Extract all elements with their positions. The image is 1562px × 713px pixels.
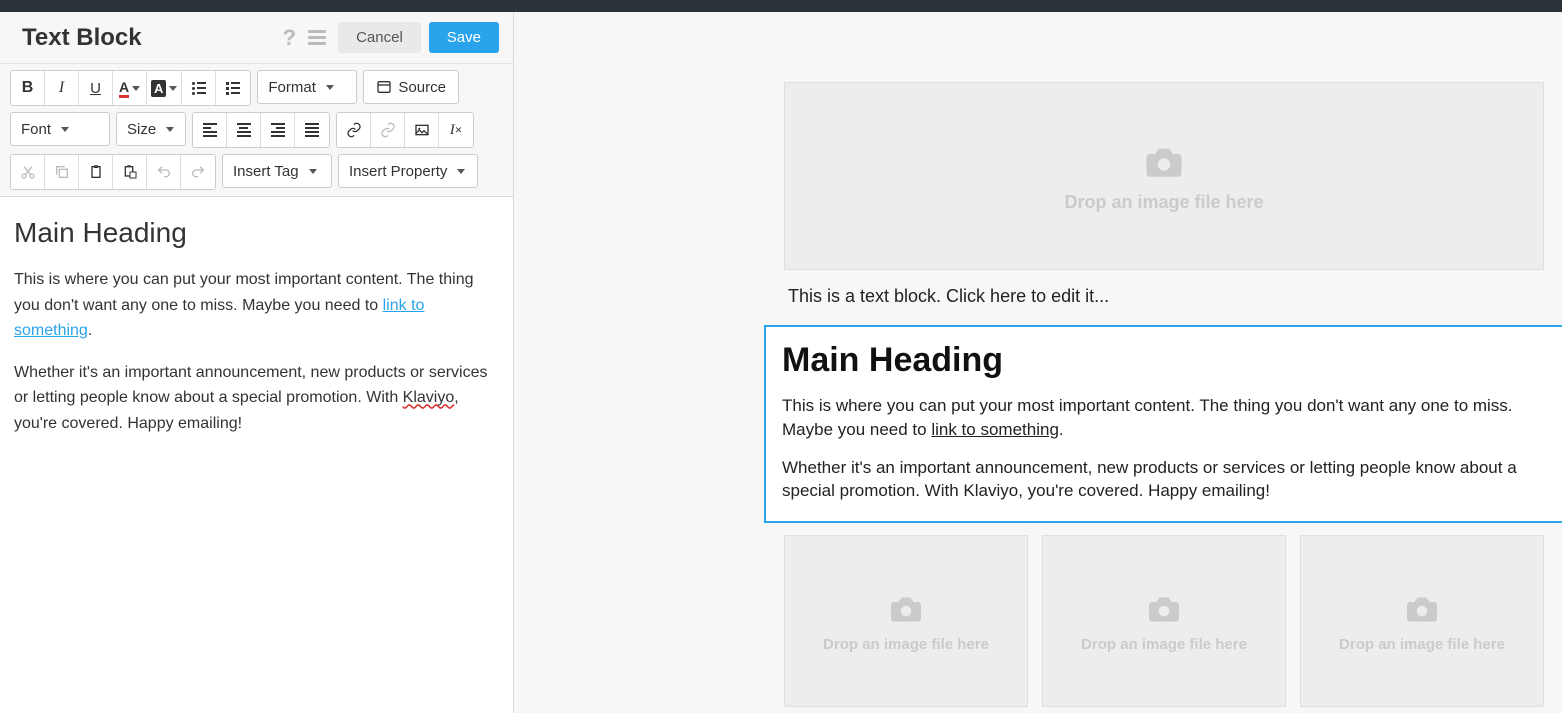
undo-icon bbox=[156, 164, 172, 180]
toolbar: B I U A A Format Source bbox=[0, 64, 513, 197]
image-drop-small-1[interactable]: Drop an image file here bbox=[784, 535, 1028, 707]
align-right-button[interactable] bbox=[261, 113, 295, 147]
app-topbar bbox=[0, 0, 1562, 12]
camera-icon bbox=[1141, 590, 1187, 626]
underline-button[interactable]: U bbox=[79, 71, 113, 105]
copy-button[interactable] bbox=[45, 155, 79, 189]
number-list-button[interactable] bbox=[216, 71, 250, 105]
paste-button[interactable] bbox=[79, 155, 113, 189]
help-icon[interactable]: ? bbox=[283, 25, 296, 51]
link-icon bbox=[346, 122, 362, 138]
panel-header: Text Block ? Cancel Save bbox=[0, 12, 513, 64]
unlink-button[interactable] bbox=[371, 113, 405, 147]
preview-paragraph-2: Whether it's an important announcement, … bbox=[782, 456, 1546, 504]
image-button[interactable] bbox=[405, 113, 439, 147]
bullet-list-button[interactable] bbox=[182, 71, 216, 105]
size-label: Size bbox=[127, 121, 156, 138]
text-block-hint[interactable]: This is a text block. Click here to edit… bbox=[784, 286, 1544, 307]
camera-icon bbox=[883, 590, 929, 626]
font-label: Font bbox=[21, 121, 51, 138]
editor-heading[interactable]: Main Heading bbox=[14, 217, 499, 249]
italic-button[interactable]: I bbox=[45, 71, 79, 105]
insert-property-select[interactable]: Insert Property bbox=[338, 154, 478, 188]
bold-button[interactable]: B bbox=[11, 71, 45, 105]
cut-icon bbox=[20, 164, 36, 180]
panel-title: Text Block bbox=[22, 24, 142, 52]
editor-paragraph-2[interactable]: Whether it's an important announcement, … bbox=[14, 360, 499, 437]
editor-word-klaviyo: Klaviyo bbox=[403, 389, 455, 406]
redo-icon bbox=[190, 164, 206, 180]
drop-text: Drop an image file here bbox=[1339, 636, 1505, 653]
unlink-icon bbox=[380, 122, 396, 138]
bg-color-button[interactable]: A bbox=[147, 71, 182, 105]
paste-text-button[interactable] bbox=[113, 155, 147, 189]
preview-panel: Drop an image file here This is a text b… bbox=[514, 12, 1562, 713]
save-button[interactable]: Save bbox=[429, 22, 499, 53]
clear-format-button[interactable]: I✕ bbox=[439, 113, 473, 147]
undo-button[interactable] bbox=[147, 155, 181, 189]
source-icon bbox=[376, 79, 392, 95]
paste-icon bbox=[88, 164, 104, 180]
insert-tag-label: Insert Tag bbox=[233, 163, 299, 180]
preview-canvas: Drop an image file here This is a text b… bbox=[784, 82, 1544, 707]
drop-text: Drop an image file here bbox=[823, 636, 989, 653]
align-left-button[interactable] bbox=[193, 113, 227, 147]
preview-heading: Main Heading bbox=[782, 341, 1546, 380]
editor-body[interactable]: Main Heading This is where you can put y… bbox=[0, 197, 513, 713]
image-drop-small-2[interactable]: Drop an image file here bbox=[1042, 535, 1286, 707]
source-label: Source bbox=[398, 79, 446, 96]
preview-link-1[interactable]: link to something bbox=[931, 420, 1059, 439]
image-icon bbox=[414, 122, 430, 138]
align-justify-button[interactable] bbox=[295, 113, 329, 147]
selected-text-block[interactable]: Main Heading This is where you can put y… bbox=[764, 325, 1562, 523]
insert-property-label: Insert Property bbox=[349, 163, 447, 180]
align-center-button[interactable] bbox=[227, 113, 261, 147]
format-select[interactable]: Format bbox=[257, 70, 357, 104]
format-label: Format bbox=[268, 79, 316, 96]
camera-icon bbox=[1137, 140, 1191, 182]
menu-icon[interactable] bbox=[304, 26, 330, 49]
paste-text-icon bbox=[122, 164, 138, 180]
copy-icon bbox=[54, 164, 70, 180]
insert-tag-select[interactable]: Insert Tag bbox=[222, 154, 332, 188]
image-drop-small-3[interactable]: Drop an image file here bbox=[1300, 535, 1544, 707]
text-color-button[interactable]: A bbox=[113, 71, 147, 105]
link-button[interactable] bbox=[337, 113, 371, 147]
preview-paragraph-1: This is where you can put your most impo… bbox=[782, 394, 1546, 442]
drop-text: Drop an image file here bbox=[1064, 192, 1263, 213]
font-select[interactable]: Font bbox=[10, 112, 110, 146]
image-drop-row: Drop an image file here Drop an image fi… bbox=[784, 535, 1544, 707]
source-button[interactable]: Source bbox=[363, 70, 459, 104]
size-select[interactable]: Size bbox=[116, 112, 186, 146]
redo-button[interactable] bbox=[181, 155, 215, 189]
cut-button[interactable] bbox=[11, 155, 45, 189]
camera-icon bbox=[1399, 590, 1445, 626]
image-drop-large[interactable]: Drop an image file here bbox=[784, 82, 1544, 270]
drop-text: Drop an image file here bbox=[1081, 636, 1247, 653]
editor-panel: Text Block ? Cancel Save B I U A A bbox=[0, 12, 514, 713]
editor-paragraph-1[interactable]: This is where you can put your most impo… bbox=[14, 267, 499, 344]
cancel-button[interactable]: Cancel bbox=[338, 22, 421, 53]
